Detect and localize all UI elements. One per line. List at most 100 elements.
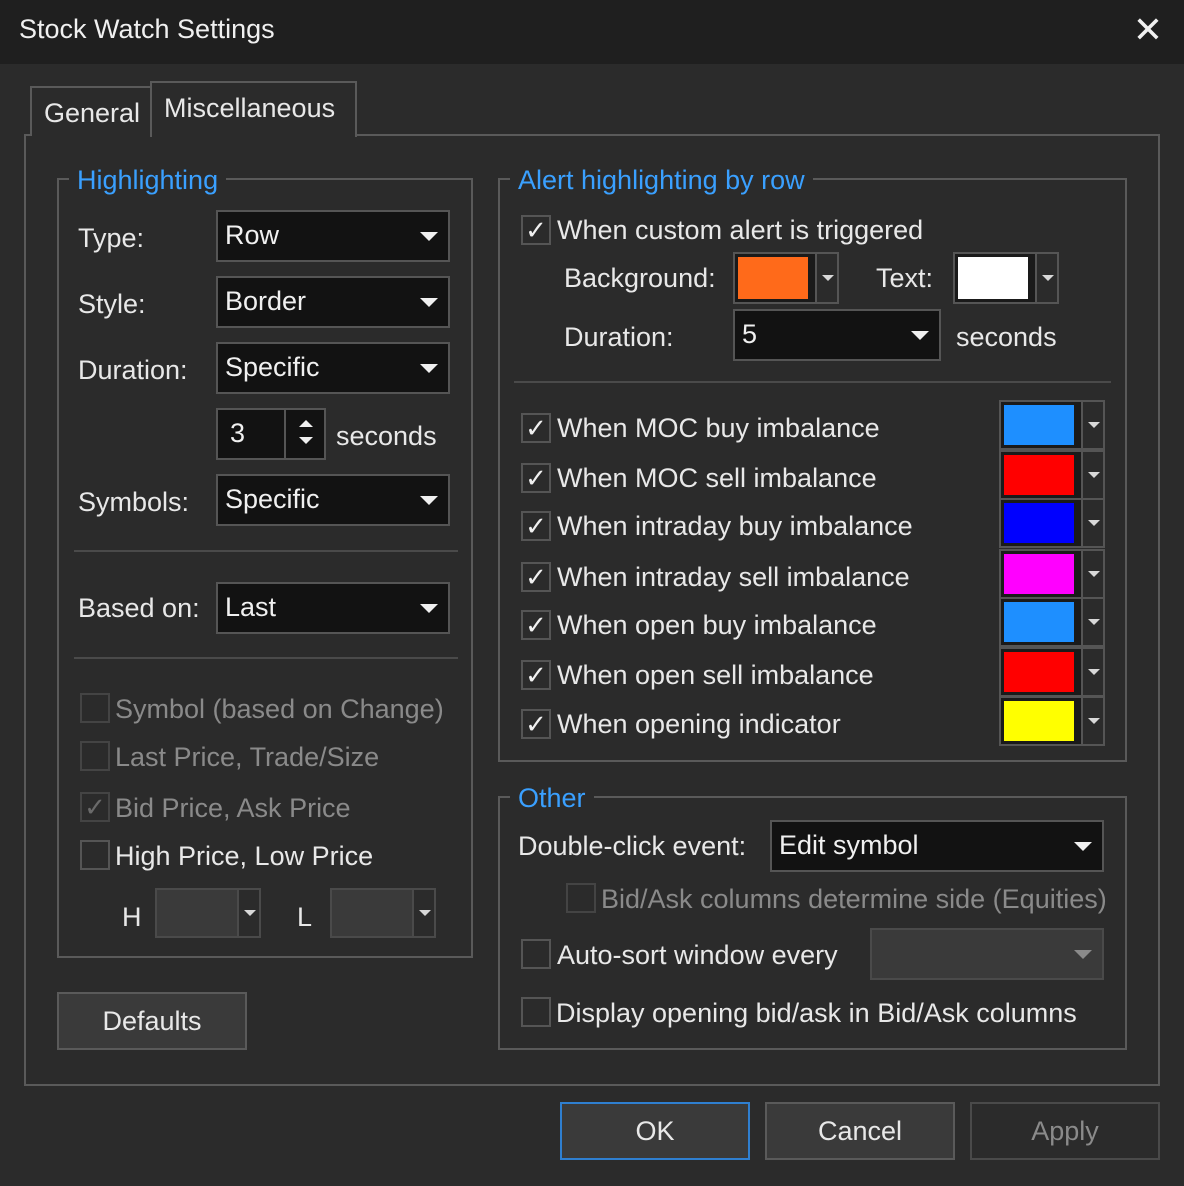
alert-duration-combo[interactable]: 5: [733, 309, 941, 361]
other-legend: Other: [510, 782, 594, 814]
autosort-label: Auto-sort window every: [557, 940, 838, 970]
double-click-label: Double-click event:: [518, 831, 747, 861]
chevron-down-icon: [420, 298, 438, 307]
alert-row-swatch: [1004, 503, 1074, 543]
based-on-combo[interactable]: Last: [216, 582, 450, 634]
alert-row-checkbox[interactable]: ✓: [521, 413, 551, 443]
tab-general[interactable]: General: [30, 86, 155, 136]
low-color-picker[interactable]: [330, 888, 436, 938]
symbol-change-checkbox[interactable]: [80, 693, 110, 723]
h-label: H: [122, 902, 142, 932]
background-color-picker[interactable]: [733, 252, 839, 304]
alert-row-color-picker[interactable]: [999, 450, 1105, 500]
chevron-down-icon[interactable]: [1081, 649, 1103, 695]
spin-down-icon[interactable]: [299, 437, 313, 444]
alert-row-swatch: [1004, 405, 1074, 445]
highlighting-legend: Highlighting: [69, 164, 227, 196]
chevron-down-icon[interactable]: [1081, 402, 1103, 448]
chevron-down-icon: [420, 496, 438, 505]
background-swatch: [738, 257, 808, 299]
ok-button[interactable]: OK: [560, 1102, 750, 1160]
close-icon[interactable]: ✕: [1128, 10, 1168, 50]
alert-row-color-picker[interactable]: [999, 549, 1105, 599]
display-opening-checkbox[interactable]: [521, 997, 551, 1027]
alert-row-checkbox[interactable]: ✓: [521, 709, 551, 739]
background-label: Background:: [564, 263, 716, 293]
alert-row-label: When open buy imbalance: [557, 610, 877, 640]
alert-row-label: When MOC sell imbalance: [557, 463, 877, 493]
alert-row-color-picker[interactable]: [999, 597, 1105, 647]
spin-up-icon[interactable]: [299, 420, 313, 427]
apply-button[interactable]: Apply: [970, 1102, 1160, 1160]
style-label: Style:: [78, 289, 146, 319]
chevron-down-icon[interactable]: [1081, 452, 1103, 498]
alert-row-swatch: [1004, 652, 1074, 692]
tab-miscellaneous[interactable]: Miscellaneous: [150, 81, 358, 137]
chevron-down-icon[interactable]: [1081, 698, 1103, 744]
type-combo[interactable]: Row: [216, 210, 450, 262]
alert-row-label: When open sell imbalance: [557, 660, 874, 690]
alert-row-swatch: [1004, 554, 1074, 594]
last-price-checkbox[interactable]: [80, 741, 110, 771]
alert-row-label: When MOC buy imbalance: [557, 413, 880, 443]
symbols-label: Symbols:: [78, 487, 190, 517]
bid-price-label: Bid Price, Ask Price: [115, 793, 351, 823]
chevron-down-icon[interactable]: [815, 254, 837, 302]
alert-row-color-picker[interactable]: [999, 647, 1105, 697]
double-click-combo[interactable]: Edit symbol: [770, 820, 1104, 872]
alert-row-label: When intraday sell imbalance: [557, 562, 910, 592]
alert-seconds-label: seconds: [956, 322, 1057, 352]
symbols-combo[interactable]: Specific: [216, 474, 450, 526]
autosort-checkbox[interactable]: [521, 939, 551, 969]
alert-row-label: When opening indicator: [557, 709, 841, 739]
chevron-down-icon[interactable]: [237, 890, 259, 936]
chevron-down-icon: [1074, 950, 1092, 959]
high-low-checkbox[interactable]: [80, 840, 110, 870]
display-opening-label: Display opening bid/ask in Bid/Ask colum…: [556, 998, 1077, 1028]
custom-alert-checkbox[interactable]: ✓: [521, 215, 551, 245]
alert-row-color-picker[interactable]: [999, 696, 1105, 746]
chevron-down-icon: [420, 232, 438, 241]
custom-alert-label: When custom alert is triggered: [557, 215, 924, 245]
bidask-side-checkbox[interactable]: [566, 883, 596, 913]
cancel-button[interactable]: Cancel: [765, 1102, 955, 1160]
alert-row-swatch: [1004, 602, 1074, 642]
alert-row-checkbox[interactable]: ✓: [521, 610, 551, 640]
alert-row-checkbox[interactable]: ✓: [521, 562, 551, 592]
duration-combo[interactable]: Specific: [216, 342, 450, 394]
high-low-label: High Price, Low Price: [115, 841, 374, 871]
window-title: Stock Watch Settings: [19, 14, 275, 44]
type-label: Type:: [78, 223, 145, 253]
separator: [74, 657, 458, 659]
alert-row-checkbox[interactable]: ✓: [521, 511, 551, 541]
alert-row-color-picker[interactable]: [999, 498, 1105, 548]
chevron-down-icon[interactable]: [1035, 254, 1057, 302]
bid-price-checkbox[interactable]: ✓: [80, 792, 110, 822]
high-color-picker[interactable]: [155, 888, 261, 938]
chevron-down-icon[interactable]: [1081, 500, 1103, 546]
alert-row-swatch: [1004, 701, 1074, 741]
separator: [514, 381, 1111, 383]
chevron-down-icon: [911, 331, 929, 340]
based-on-label: Based on:: [78, 593, 200, 623]
alert-row-label: When intraday buy imbalance: [557, 511, 913, 541]
alert-legend: Alert highlighting by row: [510, 164, 813, 196]
text-color-label: Text:: [876, 263, 934, 293]
alert-row-checkbox[interactable]: ✓: [521, 463, 551, 493]
alert-duration-label: Duration:: [564, 322, 674, 352]
alert-row-swatch: [1004, 455, 1074, 495]
symbol-change-label: Symbol (based on Change): [115, 694, 444, 724]
duration-label: Duration:: [78, 355, 188, 385]
autosort-combo[interactable]: [870, 928, 1104, 980]
chevron-down-icon[interactable]: [412, 890, 434, 936]
text-color-picker[interactable]: [953, 252, 1059, 304]
style-combo[interactable]: Border: [216, 276, 450, 328]
alert-row-checkbox[interactable]: ✓: [521, 660, 551, 690]
chevron-down-icon[interactable]: [1081, 551, 1103, 597]
chevron-down-icon[interactable]: [1081, 599, 1103, 645]
alert-row-color-picker[interactable]: [999, 400, 1105, 450]
bidask-side-label: Bid/Ask columns determine side (Equities…: [601, 884, 1107, 914]
l-label: L: [297, 902, 313, 932]
defaults-button[interactable]: Defaults: [57, 992, 247, 1050]
seconds-spinner[interactable]: 3: [216, 408, 326, 460]
